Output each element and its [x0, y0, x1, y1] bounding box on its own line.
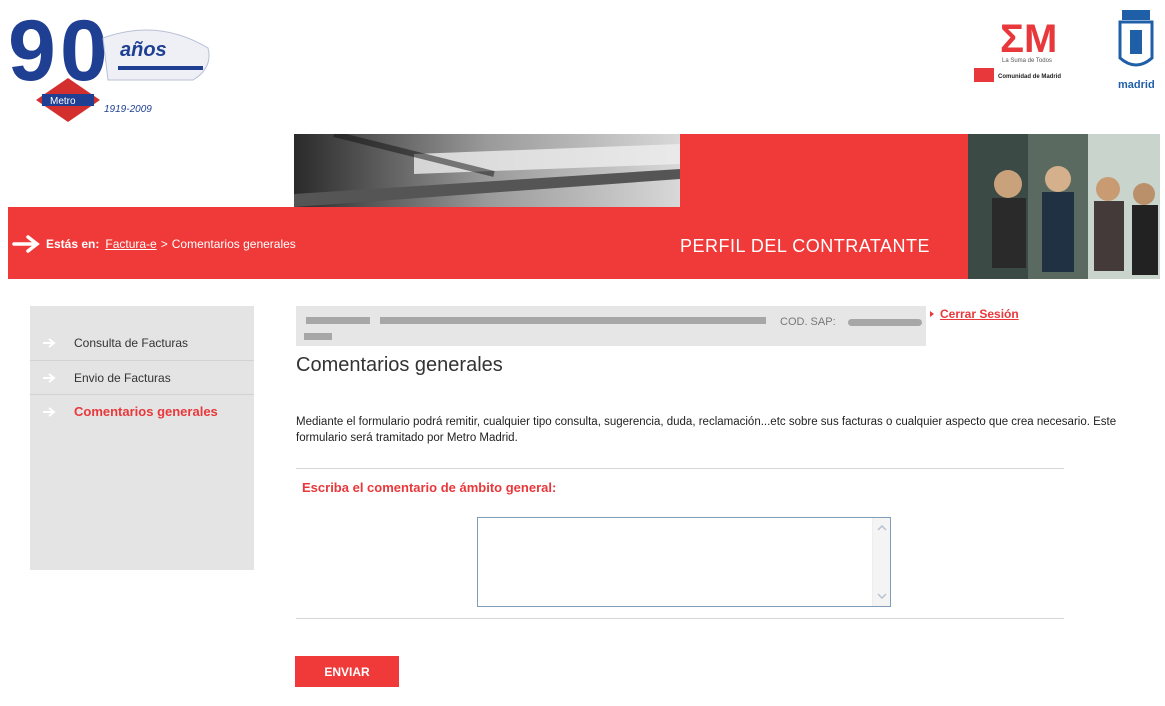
page-title: Comentarios generales — [296, 354, 503, 376]
textarea-scrollbar[interactable] — [872, 518, 890, 606]
triangle-right-icon — [930, 311, 934, 317]
form-description: Mediante el formulario podrá remitir, cu… — [296, 416, 1117, 444]
arrow-right-icon — [43, 372, 56, 383]
arrow-right-icon — [43, 338, 56, 348]
redacted-text — [848, 319, 922, 326]
scroll-up-button[interactable] — [874, 520, 890, 536]
comment-textarea[interactable] — [478, 518, 872, 606]
header-banner: Estás en: Factura-e > Comentarios genera… — [0, 134, 1165, 280]
divider — [296, 468, 1064, 469]
arrow-right-icon — [43, 406, 56, 417]
comment-textarea-wrapper — [477, 517, 891, 607]
sidebar-item-label: Comentarios generales — [74, 404, 218, 419]
chevron-up-icon — [877, 525, 887, 531]
divider — [296, 618, 1064, 619]
redacted-text — [304, 333, 332, 340]
section-title: PERFIL DEL CONTRATANTE — [680, 236, 931, 256]
svg-text:ΣM: ΣM — [1000, 17, 1057, 61]
metro-90-anos-logo: 9 0 años Metro 1919-2009 — [8, 8, 210, 122]
comunidad-de-madrid-logo: ΣM La Suma de Todos Comunidad de Madrid — [974, 17, 1061, 82]
sidebar-item-label: Consulta de Facturas — [74, 336, 189, 350]
arrow-right-icon — [12, 235, 40, 253]
submit-button[interactable]: ENVIAR — [295, 656, 399, 687]
sidebar-nav: Consulta de Facturas Envio de Facturas C… — [30, 306, 254, 570]
breadcrumb-link-factura-e[interactable]: Factura-e — [105, 237, 156, 251]
metro-label: Metro — [50, 96, 76, 107]
scroll-down-button[interactable] — [874, 588, 890, 604]
breadcrumb-current: Comentarios generales — [171, 237, 296, 251]
logout-link[interactable]: Cerrar Sesión — [930, 307, 1019, 321]
user-info-bar: COD. SAP: — [296, 306, 926, 346]
banner-red-block — [680, 134, 968, 207]
chevron-down-icon — [877, 593, 887, 599]
years-label: 1919-2009 — [104, 104, 152, 115]
breadcrumb-label: Estás en: — [46, 237, 100, 251]
sidebar-item-comentarios-generales[interactable]: Comentarios generales — [30, 394, 254, 428]
metro-tunnel-photo — [294, 134, 680, 207]
logout-label: Cerrar Sesión — [940, 307, 1019, 321]
comment-field-label: Escriba el comentario de ámbito general: — [302, 480, 557, 495]
svg-text:Comunidad de Madrid: Comunidad de Madrid — [998, 74, 1061, 80]
sidebar-item-consulta-facturas[interactable]: Consulta de Facturas — [30, 326, 254, 360]
breadcrumb: Estás en: Factura-e > Comentarios genera… — [12, 234, 296, 254]
metro-passengers-photo — [968, 134, 1160, 279]
svg-text:madrid: madrid — [1118, 79, 1155, 91]
cod-sap-label: COD. SAP: — [780, 316, 836, 328]
redacted-text — [380, 317, 766, 324]
svg-text:años: años — [120, 39, 167, 61]
redacted-text — [306, 317, 370, 324]
ayuntamiento-madrid-logo: madrid — [1118, 10, 1155, 91]
svg-text:La Suma de Todos: La Suma de Todos — [1002, 58, 1052, 64]
sidebar-item-envio-facturas[interactable]: Envio de Facturas — [30, 360, 254, 394]
sidebar-item-label: Envio de Facturas — [74, 370, 171, 385]
breadcrumb-separator: > — [160, 237, 168, 251]
svg-text:9: 9 — [8, 8, 56, 99]
